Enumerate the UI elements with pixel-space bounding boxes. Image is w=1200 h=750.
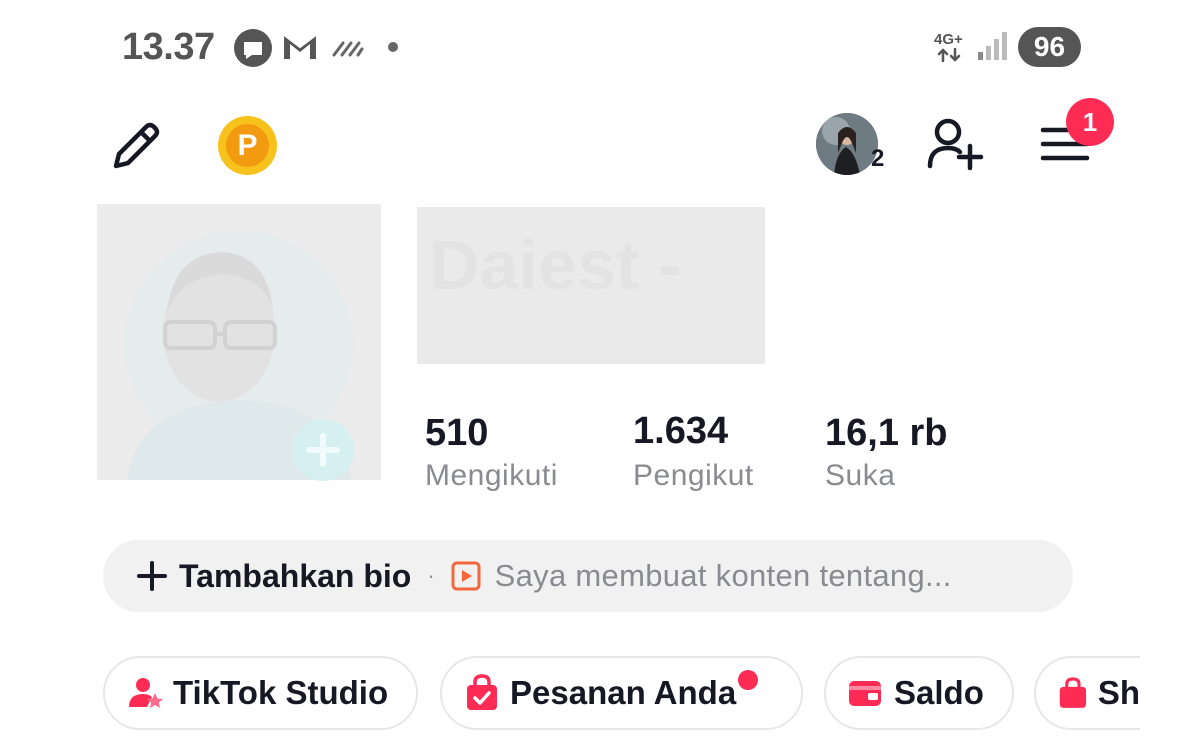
network-type: 4G+: [934, 31, 963, 48]
chip-saldo[interactable]: Saldo: [824, 656, 1014, 730]
add-friend-icon[interactable]: [924, 116, 986, 172]
chip-pesanan-anda[interactable]: Pesanan Anda: [440, 656, 803, 730]
data-arrows-icon: [937, 48, 961, 62]
stat-label: Pengikut: [633, 459, 754, 492]
chip-tiktok-studio[interactable]: TikTok Studio: [103, 656, 418, 730]
status-time: 13.37: [122, 26, 215, 68]
chip-label: Sh: [1097, 674, 1140, 711]
camera-app-icon: [234, 29, 272, 67]
points-coin-icon[interactable]: P: [218, 116, 277, 175]
edit-pencil-icon[interactable]: [108, 118, 164, 174]
plus-icon: [137, 561, 167, 591]
stat-label: Suka: [825, 459, 896, 492]
chip-shop[interactable]: Sh: [1034, 656, 1140, 730]
account-count: 2: [871, 145, 885, 172]
chip-label: TikTok Studio: [173, 674, 389, 711]
bio-bar[interactable]: Tambahkan bio · Saya membuat konten tent…: [103, 540, 1073, 612]
stat-value: 510: [425, 412, 489, 454]
points-letter: P: [226, 124, 269, 167]
signal-icon: [978, 32, 1007, 60]
sync-icon: [332, 41, 364, 57]
orders-bag-icon: [467, 674, 497, 710]
more-dot-icon: [388, 42, 398, 52]
stat-following[interactable]: 510 Mengikuti: [425, 412, 558, 493]
studio-icon: [129, 678, 163, 708]
wallet-icon: [849, 681, 881, 706]
account-switch-avatar[interactable]: [816, 113, 878, 175]
profile-name: Daiest -: [429, 226, 682, 304]
video-play-icon: [451, 561, 481, 591]
avatar-image: [816, 113, 878, 175]
stat-followers[interactable]: 1.634 Pengikut: [633, 410, 754, 493]
gmail-icon: [283, 34, 317, 59]
bio-suggestion: Saya membuat konten tentang...: [494, 558, 952, 593]
bio-separator: ·: [427, 563, 435, 588]
notification-dot: [738, 670, 759, 690]
chip-label: Pesanan Anda: [510, 674, 737, 711]
chip-label: Saldo: [894, 674, 984, 711]
stat-label: Mengikuti: [425, 459, 558, 492]
stat-likes[interactable]: 16,1 rb Suka: [825, 412, 948, 493]
stat-value: 1.634: [633, 410, 729, 452]
profile-name-box: Daiest -: [417, 207, 765, 364]
shop-bag-icon: [1059, 677, 1087, 708]
add-bio-label[interactable]: Tambahkan bio: [179, 558, 411, 595]
battery-level: 96: [1018, 27, 1081, 67]
stat-value: 16,1 rb: [825, 412, 948, 454]
menu-notification-badge: 1: [1066, 98, 1114, 146]
add-photo-plus-icon[interactable]: [290, 417, 356, 483]
